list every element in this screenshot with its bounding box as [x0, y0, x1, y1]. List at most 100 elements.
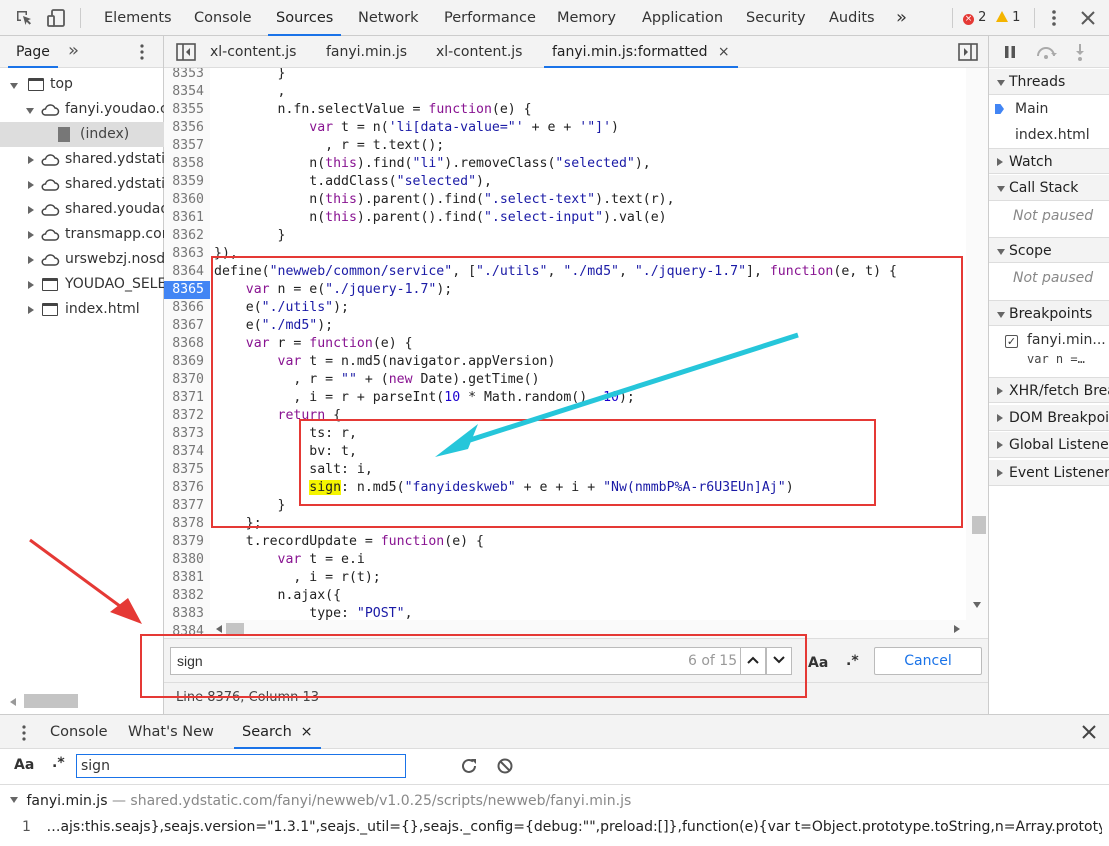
section-event-listener-breakpoints[interactable]: Event Listener Breakpoints — [989, 460, 1109, 486]
tree-item-transmapp[interactable]: transmapp.com — [0, 222, 164, 247]
section-global-listeners[interactable]: Global Listeners — [989, 432, 1109, 458]
collapsed-arrow-icon[interactable] — [28, 256, 34, 264]
editor-tab-fanyi-min[interactable]: fanyi.min.js — [318, 36, 415, 68]
tree-item-urswebzj[interactable]: urswebzj.nosdn — [0, 247, 164, 272]
line-number[interactable]: 8362 — [164, 227, 210, 245]
line-number[interactable]: 8381 — [164, 569, 210, 587]
toggle-debugger-icon[interactable] — [958, 43, 978, 65]
collapsed-arrow-icon[interactable] — [997, 441, 1003, 449]
drawer-tab-console[interactable]: Console — [42, 715, 116, 749]
drawer-tab-whats-new[interactable]: What's New — [120, 715, 222, 749]
line-number[interactable]: 8356 — [164, 119, 210, 137]
drawer-tab-search[interactable]: Search × — [234, 715, 321, 749]
tab-console[interactable]: Console — [186, 0, 260, 36]
line-number[interactable]: 8368 — [164, 335, 210, 353]
step-into-icon[interactable] — [1073, 43, 1087, 65]
line-number[interactable]: 8360 — [164, 191, 210, 209]
breakpoint-checkbox[interactable]: ✓ — [1005, 335, 1018, 348]
breakpoint-item[interactable]: ✓ fanyi.min... var n =… — [989, 332, 1109, 372]
line-number[interactable]: 8382 — [164, 587, 210, 605]
close-drawer-icon[interactable] — [1080, 723, 1098, 745]
line-number[interactable]: 8374 — [164, 443, 210, 461]
line-number[interactable]: 8354 — [164, 83, 210, 101]
collapsed-arrow-icon[interactable] — [28, 181, 34, 189]
scroll-down-arrow-icon[interactable] — [973, 602, 981, 608]
close-tab-icon[interactable]: × — [718, 44, 730, 60]
line-number[interactable]: 8366 — [164, 299, 210, 317]
more-tabs-chevron-icon[interactable]: » — [888, 0, 915, 36]
collapsed-arrow-icon[interactable] — [997, 387, 1003, 395]
line-number[interactable]: 8359 — [164, 173, 210, 191]
navigator-menu-icon[interactable] — [134, 42, 150, 66]
navigator-more-chevron-icon[interactable]: » — [68, 40, 79, 61]
line-number[interactable]: 8369 — [164, 353, 210, 371]
tab-application[interactable]: Application — [634, 0, 731, 36]
thread-index-html[interactable]: index.html — [989, 122, 1109, 148]
drawer-menu-icon[interactable] — [18, 724, 30, 746]
section-breakpoints[interactable]: Breakpoints — [989, 300, 1109, 326]
editor-tab-fanyi-formatted[interactable]: fanyi.min.js:formatted × — [544, 36, 738, 68]
collapsed-arrow-icon[interactable] — [28, 306, 34, 314]
expand-arrow-icon[interactable] — [997, 249, 1005, 255]
line-number[interactable]: 8364 — [164, 263, 210, 281]
thread-main[interactable]: Main — [989, 96, 1109, 122]
device-toolbar-icon[interactable] — [46, 8, 66, 28]
tree-item-shared-ydstatic-2[interactable]: shared.ydstatic.com — [0, 172, 164, 197]
line-number[interactable]: 8363 — [164, 245, 210, 263]
regex-toggle[interactable]: .* — [52, 755, 65, 771]
step-over-icon[interactable] — [1035, 44, 1057, 64]
section-watch[interactable]: Watch — [989, 148, 1109, 174]
pause-icon[interactable] — [1003, 45, 1017, 63]
line-number[interactable]: 8383 — [164, 605, 210, 623]
tab-page[interactable]: Page — [8, 36, 58, 68]
line-number[interactable]: 8380 — [164, 551, 210, 569]
error-counter[interactable]: × 2 — [963, 10, 986, 25]
editor-vertical-scrollbar[interactable] — [966, 68, 988, 638]
refresh-icon[interactable] — [460, 757, 478, 779]
section-dom-breakpoints[interactable]: DOM Breakpoints — [989, 405, 1109, 431]
tab-audits[interactable]: Audits — [821, 0, 883, 36]
line-number[interactable]: 8375 — [164, 461, 210, 479]
scroll-right-arrow-icon[interactable] — [954, 625, 960, 633]
line-number[interactable]: 8373 — [164, 425, 210, 443]
collapsed-arrow-icon[interactable] — [997, 158, 1003, 166]
line-number[interactable]: 8353 — [164, 68, 210, 83]
kebab-menu-icon[interactable] — [1044, 8, 1064, 28]
line-number[interactable]: 8378 — [164, 515, 210, 533]
line-number[interactable]: 8357 — [164, 137, 210, 155]
section-scope[interactable]: Scope — [989, 237, 1109, 263]
tree-item-shared-youdao[interactable]: shared.youdao.com — [0, 197, 164, 222]
section-call-stack[interactable]: Call Stack — [989, 175, 1109, 201]
collapsed-arrow-icon[interactable] — [28, 281, 34, 289]
line-number[interactable]: 8372 — [164, 407, 210, 425]
tab-sources[interactable]: Sources — [268, 0, 342, 36]
scrollbar-thumb[interactable] — [24, 694, 78, 708]
result-line[interactable]: 1 …ajs:this.seajs},seajs.version="1.3.1"… — [22, 819, 1102, 835]
tab-security[interactable]: Security — [738, 0, 814, 36]
cancel-button[interactable]: Cancel — [874, 647, 982, 675]
regex-toggle[interactable]: .* — [846, 653, 859, 669]
expand-arrow-icon[interactable] — [997, 80, 1005, 86]
tree-item-index[interactable]: (index) — [0, 122, 164, 147]
tree-item-shared-ydstatic-1[interactable]: shared.ydstatic.com — [0, 147, 164, 172]
expand-arrow-icon[interactable] — [10, 83, 18, 89]
warning-counter[interactable]: 1 — [996, 10, 1020, 25]
tree-item-index-html[interactable]: index.html — [0, 297, 164, 322]
close-devtools-icon[interactable] — [1078, 8, 1098, 28]
tab-memory[interactable]: Memory — [549, 0, 624, 36]
section-threads[interactable]: Threads — [989, 69, 1109, 95]
tree-item-youdao-select[interactable]: YOUDAO_SELECT — [0, 272, 164, 297]
collapsed-arrow-icon[interactable] — [997, 414, 1003, 422]
editor-tab-xl-content-1[interactable]: xl-content.js — [202, 36, 304, 68]
collapsed-arrow-icon[interactable] — [997, 469, 1003, 477]
expand-arrow-icon[interactable] — [26, 108, 34, 114]
line-number[interactable]: 8379 — [164, 533, 210, 551]
line-number[interactable]: 8367 — [164, 317, 210, 335]
line-number[interactable]: 8358 — [164, 155, 210, 173]
collapsed-arrow-icon[interactable] — [28, 156, 34, 164]
line-number[interactable]: 8377 — [164, 497, 210, 515]
clear-icon[interactable] — [496, 757, 514, 779]
tab-elements[interactable]: Elements — [96, 0, 180, 36]
expand-arrow-icon[interactable] — [997, 312, 1005, 318]
section-xhr-breakpoints[interactable]: XHR/fetch Breakpoints — [989, 377, 1109, 403]
